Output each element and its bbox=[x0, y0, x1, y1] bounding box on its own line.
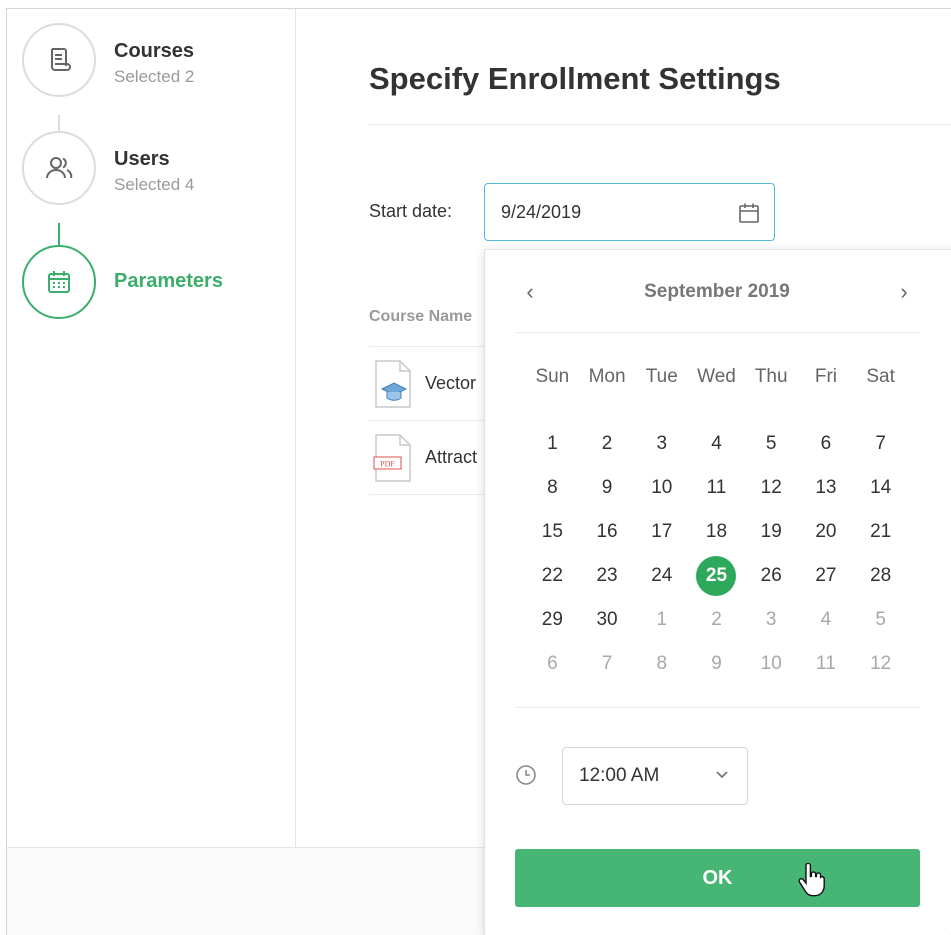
weekday-label: Tue bbox=[645, 366, 678, 387]
step-connector-active bbox=[58, 223, 60, 247]
calendar-day-next-month[interactable]: 6 bbox=[525, 642, 580, 686]
step-title: Parameters bbox=[114, 270, 223, 292]
calendar-day[interactable]: 4 bbox=[689, 422, 744, 466]
wizard-sidebar: Courses Selected 2 Users Selected 4 Para… bbox=[7, 9, 296, 847]
hand-pointer-icon bbox=[798, 863, 825, 897]
step-title: Users bbox=[114, 148, 170, 170]
wizard-step-users[interactable]: Users Selected 4 bbox=[22, 131, 194, 205]
page-title: Specify Enrollment Settings bbox=[369, 61, 781, 96]
divider bbox=[515, 332, 919, 333]
step-title: Courses bbox=[114, 40, 195, 62]
calendar-day[interactable]: 19 bbox=[744, 510, 799, 554]
calendar-day[interactable]: 8 bbox=[525, 466, 580, 510]
calendar-icon[interactable] bbox=[738, 202, 760, 224]
chevron-down-icon bbox=[716, 771, 728, 779]
calendar-day[interactable]: 10 bbox=[634, 466, 689, 510]
course-name-column-header[interactable]: Course Name bbox=[369, 308, 489, 326]
clock-icon bbox=[516, 765, 536, 785]
calendar-day-next-month[interactable]: 1 bbox=[634, 598, 689, 642]
calendar-day[interactable]: 30 bbox=[580, 598, 635, 642]
calendar-day-next-month[interactable]: 7 bbox=[580, 642, 635, 686]
calendar-day-next-month[interactable]: 2 bbox=[689, 598, 744, 642]
divider bbox=[369, 494, 489, 495]
calendar-day[interactable]: 7 bbox=[853, 422, 908, 466]
svg-text:PDF: PDF bbox=[380, 459, 395, 468]
calendar-day[interactable]: 14 bbox=[853, 466, 908, 510]
step-subtitle: Selected 2 bbox=[114, 67, 195, 86]
weekday-label: Mon bbox=[588, 366, 626, 387]
calendar-day-next-month[interactable]: 3 bbox=[744, 598, 799, 642]
start-date-input[interactable]: 9/24/2019 bbox=[484, 183, 775, 241]
calendar-days-grid: 1 2 3 4 5 6 7 8 9 10 11 12 13 14 15 16 1… bbox=[525, 422, 908, 686]
weekday-label: Wed bbox=[697, 366, 736, 387]
calendar-day[interactable]: 5 bbox=[744, 422, 799, 466]
calendar-day-next-month[interactable]: 11 bbox=[799, 642, 854, 686]
date-picker-popup: ‹ September 2019 › Sun Mon Tue Wed Thu F… bbox=[484, 249, 951, 935]
calendar-day[interactable]: 3 bbox=[634, 422, 689, 466]
course-name: Vector bbox=[425, 373, 477, 393]
calendar-day-next-month[interactable]: 4 bbox=[799, 598, 854, 642]
weekday-label: Sat bbox=[866, 366, 895, 387]
time-value: 12:00 AM bbox=[579, 765, 660, 786]
calendar-day[interactable]: 12 bbox=[744, 466, 799, 510]
course-row[interactable]: PDF Attract bbox=[369, 420, 489, 494]
weekday-label: Fri bbox=[814, 366, 837, 387]
course-package-icon bbox=[373, 359, 413, 409]
next-month-button[interactable]: › bbox=[889, 279, 919, 305]
calendar-day-next-month[interactable]: 5 bbox=[853, 598, 908, 642]
course-name: Attract bbox=[425, 447, 478, 467]
weekday-header: Sun Mon Tue Wed Thu Fri Sat bbox=[525, 366, 908, 388]
calendar-day[interactable]: 24 bbox=[634, 554, 689, 598]
weekday-label: Thu bbox=[754, 366, 788, 387]
ok-button[interactable]: OK bbox=[515, 849, 920, 907]
calendar-day[interactable]: 2 bbox=[580, 422, 635, 466]
step-circle bbox=[22, 131, 96, 205]
enrollment-wizard: Courses Selected 2 Users Selected 4 Para… bbox=[6, 8, 951, 935]
calendar-day[interactable]: 21 bbox=[853, 510, 908, 554]
start-date-value: 9/24/2019 bbox=[501, 201, 582, 222]
wizard-step-parameters[interactable]: Parameters bbox=[22, 245, 223, 319]
calendar-day-next-month[interactable]: 8 bbox=[634, 642, 689, 686]
month-label[interactable]: September 2019 bbox=[644, 281, 790, 303]
step-circle bbox=[22, 23, 96, 97]
calendar-day[interactable]: 28 bbox=[853, 554, 908, 598]
calendar-header: ‹ September 2019 › bbox=[515, 278, 919, 306]
calendar-day[interactable]: 23 bbox=[580, 554, 635, 598]
divider bbox=[515, 707, 919, 708]
calendar-day[interactable]: 26 bbox=[744, 554, 799, 598]
calendar-day[interactable]: 18 bbox=[689, 510, 744, 554]
weekday-label: Sun bbox=[535, 366, 570, 387]
divider bbox=[369, 124, 951, 125]
time-select[interactable]: 12:00 AM bbox=[562, 747, 748, 805]
calendar-day[interactable]: 27 bbox=[799, 554, 854, 598]
calendar-day[interactable]: 13 bbox=[799, 466, 854, 510]
users-icon bbox=[46, 157, 73, 179]
calendar-day[interactable]: 9 bbox=[580, 466, 635, 510]
calendar-day[interactable]: 16 bbox=[580, 510, 635, 554]
calendar-day[interactable]: 15 bbox=[525, 510, 580, 554]
course-row[interactable]: Vector bbox=[369, 346, 489, 420]
calendar-day-next-month[interactable]: 12 bbox=[853, 642, 908, 686]
calendar-day[interactable]: 6 bbox=[799, 422, 854, 466]
step-subtitle: Selected 4 bbox=[114, 175, 195, 194]
calendar-day[interactable]: 20 bbox=[799, 510, 854, 554]
calendar-day-selected[interactable]: 25 bbox=[689, 554, 744, 598]
calendar-day[interactable]: 29 bbox=[525, 598, 580, 642]
calendar-icon bbox=[48, 271, 70, 293]
calendar-day-next-month[interactable]: 9 bbox=[689, 642, 744, 686]
wizard-step-courses[interactable]: Courses Selected 2 bbox=[22, 23, 194, 97]
prev-month-button[interactable]: ‹ bbox=[515, 279, 545, 305]
document-scroll-icon bbox=[51, 48, 71, 71]
pdf-document-icon: PDF bbox=[373, 433, 413, 483]
calendar-day[interactable]: 22 bbox=[525, 554, 580, 598]
calendar-day[interactable]: 17 bbox=[634, 510, 689, 554]
calendar-day-next-month[interactable]: 10 bbox=[744, 642, 799, 686]
step-circle-active bbox=[22, 245, 96, 319]
start-date-label: Start date: bbox=[369, 201, 453, 221]
calendar-day[interactable]: 11 bbox=[689, 466, 744, 510]
calendar-day[interactable]: 1 bbox=[525, 422, 580, 466]
